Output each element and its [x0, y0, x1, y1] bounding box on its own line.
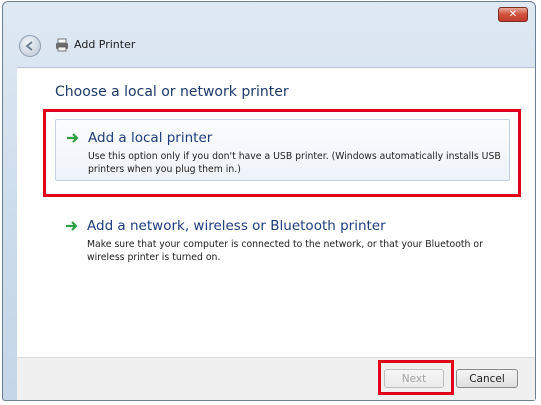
window-title: Add Printer	[74, 38, 136, 51]
green-arrow-icon	[66, 221, 78, 231]
printer-icon	[56, 38, 68, 52]
option-title: Add a network, wireless or Bluetooth pri…	[87, 218, 386, 234]
back-button[interactable]	[19, 35, 41, 57]
page-heading: Choose a local or network printer	[55, 84, 289, 100]
highlight-box-local-printer	[43, 109, 521, 197]
close-button[interactable]: ✕	[498, 7, 528, 22]
back-arrow-icon	[25, 41, 33, 51]
close-icon: ✕	[508, 8, 518, 20]
cancel-button[interactable]: Cancel	[456, 369, 518, 388]
option-description: Make sure that your computer is connecte…	[87, 239, 483, 263]
option-add-network-printer[interactable]: Add a network, wireless or Bluetooth pri…	[55, 208, 510, 270]
highlight-box-next	[378, 360, 454, 395]
